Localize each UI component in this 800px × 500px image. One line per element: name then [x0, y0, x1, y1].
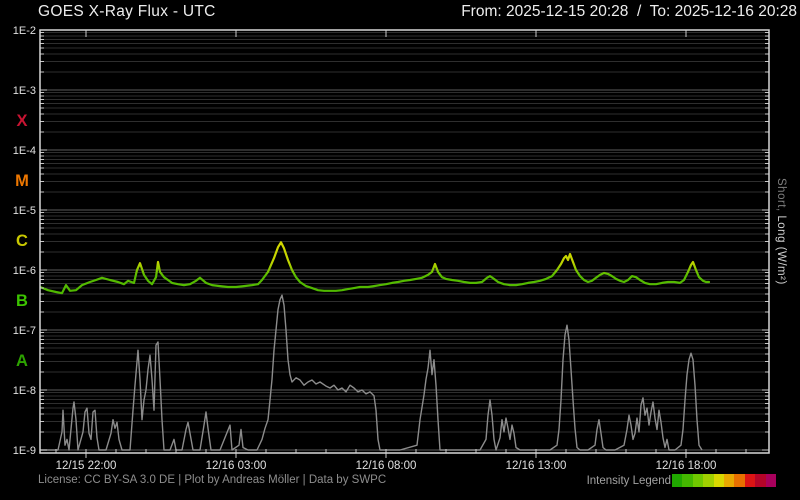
y-axis-tick-label: 1E-8 [13, 385, 36, 397]
x-axis-tick-label: 12/16 08:00 [356, 460, 417, 472]
legend-color-block [672, 474, 683, 487]
legend-color-block [703, 474, 714, 487]
license-text: License: CC BY-SA 3.0 DE | Plot by Andre… [38, 474, 387, 486]
intensity-legend-label: Intensity Legend [586, 475, 671, 487]
flux-class-letter: C [16, 232, 28, 250]
flux-class-letter: B [16, 292, 28, 310]
legend-color-block [755, 474, 766, 487]
right-axis-short-label: Short, [775, 178, 787, 212]
x-axis-tick-label: 12/15 22:00 [56, 460, 117, 472]
legend-color-block [682, 474, 693, 487]
y-axis-tick-label: 1E-6 [13, 265, 36, 277]
right-axis-long-label: Long (W/m²) [775, 211, 787, 285]
xray-flux-chart: 1E-2 1E-3 1E-4 1E-5 1E-6 1E-7 1E-8 1E-9 X M C B A 1… [13, 25, 770, 472]
legend-color-block [734, 474, 745, 487]
y-axis-tick-label: 1E-5 [13, 205, 36, 217]
right-axis-label: Short, Long (W/m²) [775, 178, 787, 285]
flux-class-letter: A [16, 352, 28, 370]
x-axis-tick-label: 12/16 18:00 [656, 460, 717, 472]
legend-color-block [713, 474, 724, 487]
flux-class-letter: M [15, 172, 29, 190]
short-series-line [40, 294, 703, 451]
x-axis-tick-label: 12/16 13:00 [506, 460, 567, 472]
axis-ticks [40, 30, 769, 458]
y-axis-tick-label: 1E-3 [13, 85, 36, 97]
long-series-line [40, 241, 711, 295]
grid-minor-lines [40, 32, 769, 433]
legend-color-block [744, 474, 756, 487]
y-axis-tick-label: 1E-4 [13, 145, 36, 157]
y-axis-tick-label: 1E-2 [13, 25, 36, 37]
flux-class-letter: X [16, 112, 27, 130]
x-axis-labels: 12/15 22:00 12/16 03:00 12/16 08:00 12/16 1… [56, 460, 717, 472]
intensity-legend-bar [672, 474, 776, 487]
y-axis-tick-label: 1E-9 [13, 445, 36, 457]
legend-color-block [723, 474, 735, 487]
x-axis-tick-label: 12/16 03:00 [206, 460, 267, 472]
goes-xray-flux-page: { "header": { "title": "GOES X-Ray Flux … [0, 0, 800, 500]
legend-color-block [692, 474, 704, 487]
legend-color-block [765, 474, 776, 487]
y-axis-tick-label: 1E-7 [13, 325, 36, 337]
